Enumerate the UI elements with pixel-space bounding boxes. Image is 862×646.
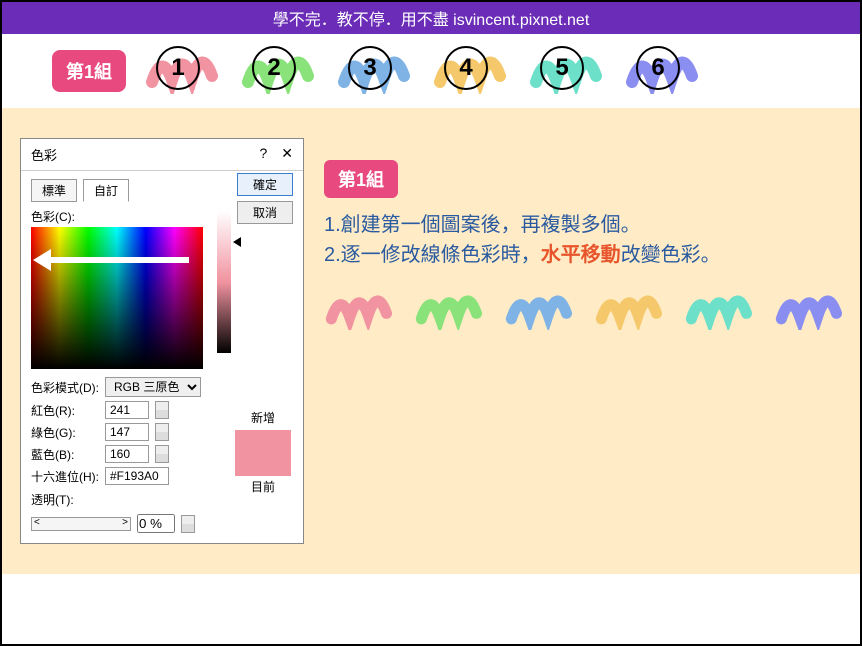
swatch-scribble-6 — [774, 282, 842, 330]
preview-box: 新增 目前 — [235, 409, 291, 495]
circle-item-3: 3 — [348, 46, 398, 96]
color-dialog: 色彩 ? ✕ 確定 取消 標準 自訂 色彩(C): 色彩模式(D): RGB 三… — [20, 138, 304, 544]
b-input[interactable] — [105, 445, 149, 463]
circle-item-1: 1 — [156, 46, 206, 96]
swatch-scribble-1 — [324, 282, 392, 330]
color-swatch — [235, 430, 291, 476]
circle-number: 2 — [252, 46, 296, 90]
tab-standard[interactable]: 標準 — [31, 179, 77, 202]
hex-label: 十六進位(H): — [31, 468, 99, 485]
swatch-scribble-3 — [504, 282, 572, 330]
scribbles-row — [324, 282, 842, 330]
scribble-icon — [594, 282, 662, 330]
cancel-button[interactable]: 取消 — [237, 201, 293, 224]
circle-number: 6 — [636, 46, 680, 90]
circle-item-5: 5 — [540, 46, 590, 96]
b-label: 藍色(B): — [31, 446, 99, 463]
g-spinner[interactable] — [155, 423, 169, 441]
scribble-icon — [774, 282, 842, 330]
transparency-slider[interactable] — [31, 517, 131, 531]
close-icon[interactable]: ✕ — [281, 145, 293, 164]
explain-line-1: 1.創建第一個圖案後，再複製多個。 — [324, 210, 842, 240]
hex-input[interactable] — [105, 467, 169, 485]
g-label: 綠色(G): — [31, 424, 99, 441]
r-input[interactable] — [105, 401, 149, 419]
top-section: 第1組 1 2 3 4 5 6 — [2, 34, 860, 108]
b-spinner[interactable] — [155, 445, 169, 463]
new-label: 新增 — [235, 409, 291, 426]
swatch-scribble-5 — [684, 282, 752, 330]
scribble-icon — [414, 282, 482, 330]
circle-number: 4 — [444, 46, 488, 90]
explain-line-2: 2.逐一修改線條色彩時，水平移動改變色彩。 — [324, 240, 842, 270]
transparency-input[interactable] — [137, 514, 175, 533]
r-label: 紅色(R): — [31, 402, 99, 419]
trans-label: 透明(T): — [31, 491, 74, 508]
circle-item-4: 4 — [444, 46, 494, 96]
dialog-title: 色彩 — [31, 145, 57, 164]
g-input[interactable] — [105, 423, 149, 441]
tab-custom[interactable]: 自訂 — [83, 179, 129, 202]
scribble-icon — [504, 282, 572, 330]
mode-label: 色彩模式(D): — [31, 379, 99, 396]
bottom-section: 色彩 ? ✕ 確定 取消 標準 自訂 色彩(C): 色彩模式(D): RGB 三… — [2, 108, 860, 574]
swatch-scribble-4 — [594, 282, 662, 330]
group-badge: 第1組 — [52, 50, 126, 92]
r-spinner[interactable] — [155, 401, 169, 419]
swatch-scribble-2 — [414, 282, 482, 330]
scribble-icon — [684, 282, 752, 330]
scribble-icon — [324, 282, 392, 330]
current-label: 目前 — [235, 478, 291, 495]
help-icon[interactable]: ? — [259, 145, 267, 164]
luminance-pointer-icon — [233, 237, 241, 247]
mode-select[interactable]: RGB 三原色 — [105, 377, 201, 397]
circle-number: 3 — [348, 46, 392, 90]
luminance-bar[interactable] — [217, 211, 231, 353]
explanation: 第1組 1.創建第一個圖案後，再複製多個。 2.逐一修改線條色彩時，水平移動改變… — [324, 138, 842, 544]
circle-number: 5 — [540, 46, 584, 90]
explain-badge: 第1組 — [324, 160, 398, 198]
circles-row: 1 2 3 4 5 6 — [156, 46, 686, 96]
circle-item-2: 2 — [252, 46, 302, 96]
arrow-line — [39, 257, 189, 263]
arrow-head-icon — [33, 249, 51, 271]
ok-button[interactable]: 確定 — [237, 173, 293, 196]
trans-spinner[interactable] — [181, 515, 195, 533]
color-spectrum[interactable] — [31, 227, 203, 369]
dialog-titlebar: 色彩 ? ✕ — [21, 139, 303, 171]
page-header: 學不完．教不停．用不盡 isvincent.pixnet.net — [2, 2, 860, 34]
circle-item-6: 6 — [636, 46, 686, 96]
circle-number: 1 — [156, 46, 200, 90]
